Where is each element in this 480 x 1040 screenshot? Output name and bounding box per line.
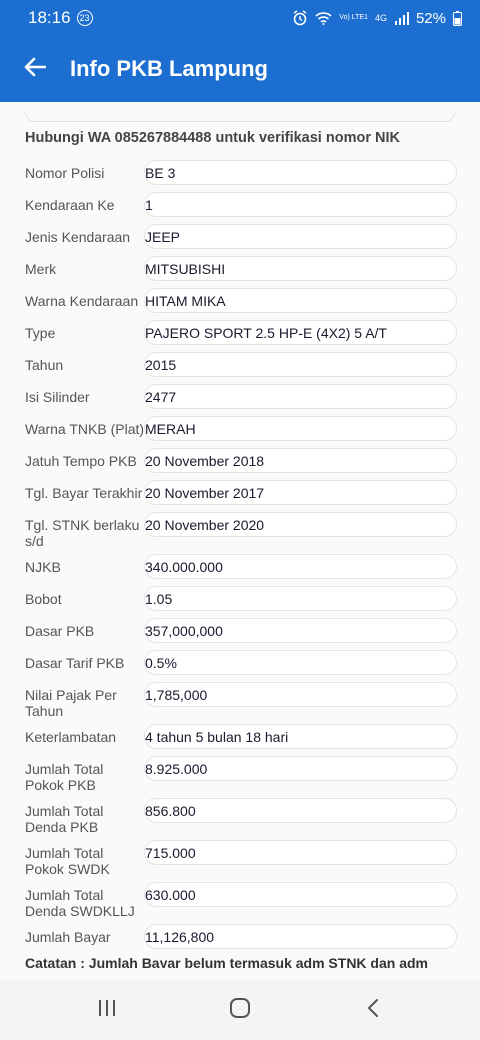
home-icon: [229, 997, 251, 1024]
row-kendaraan-ke: Kendaraan Ke 1: [25, 192, 457, 217]
row-value: 2477: [144, 384, 457, 409]
volte-indicator: Vo) LTE1: [339, 14, 368, 21]
row-tgl-bayar-terakhir: Tgl. Bayar Terakhir 20 November 2017: [25, 480, 457, 505]
wifi-icon: [315, 11, 332, 25]
info-content[interactable]: Hubungi WA 085267884488 untuk verifikasi…: [0, 102, 480, 968]
row-value: MITSUBISHI: [144, 256, 457, 281]
row-value: 1.05: [144, 586, 457, 611]
card-edge: [25, 112, 455, 122]
row-value: PAJERO SPORT 2.5 HP-E (4X2) 5 A/T: [144, 320, 457, 345]
row-isi-silinder: Isi Silinder 2477: [25, 384, 457, 409]
row-njkb: NJKB 340.000.000: [25, 554, 457, 579]
row-value: 20 November 2018: [144, 448, 457, 473]
row-label: Jatuh Tempo PKB: [25, 453, 137, 469]
battery-icon: [453, 10, 462, 26]
row-total-denda-swdkllj: Jumlah Total Denda SWDKLLJ 630.000: [25, 882, 457, 919]
row-type: Type PAJERO SPORT 2.5 HP-E (4X2) 5 A/T: [25, 320, 457, 345]
row-label: Jumlah Bayar: [25, 929, 111, 945]
row-label: Type: [25, 325, 56, 341]
row-value: HITAM MIKA: [144, 288, 457, 313]
row-jenis-kendaraan: Jenis Kendaraan JEEP: [25, 224, 457, 249]
row-label: Jumlah Total Denda SWDKLLJ: [25, 887, 135, 919]
row-label: Kendaraan Ke: [25, 197, 115, 213]
info-rows: Nomor Polisi BE 3 Kendaraan Ke 1 Jenis Ken…: [25, 160, 457, 956]
chevron-left-icon: [366, 998, 380, 1023]
row-value: 630.000: [144, 882, 457, 907]
row-label: Jenis Kendaraan: [25, 229, 131, 245]
row-warna-tnkb: Warna TNKB (Plat) MERAH: [25, 416, 457, 441]
row-value: 1: [144, 192, 457, 217]
row-jatuh-tempo-pkb: Jatuh Tempo PKB 20 November 2018: [25, 448, 457, 473]
row-value: 20 November 2017: [144, 480, 457, 505]
back-button[interactable]: [0, 36, 70, 102]
row-label: Tahun: [25, 357, 64, 373]
row-dasar-tarif-pkb: Dasar Tarif PKB 0.5%: [25, 650, 457, 675]
row-merk: Merk MITSUBISHI: [25, 256, 457, 281]
signal-icon: [394, 11, 409, 25]
row-value: 8.925.000: [144, 756, 457, 781]
row-total-denda-pkb: Jumlah Total Denda PKB 856.800: [25, 798, 457, 835]
row-label: Warna TNKB (Plat): [25, 421, 145, 437]
row-dasar-pkb: Dasar PKB 357,000,000: [25, 618, 457, 643]
row-nomor-polisi: Nomor Polisi BE 3: [25, 160, 457, 185]
row-total-pokok-pkb: Jumlah Total Pokok PKB 8.925.000: [25, 756, 457, 793]
notification-count-badge: 23: [76, 10, 93, 26]
row-label: Nilai Pajak Per Tahun: [25, 687, 117, 719]
row-label: Isi Silinder: [25, 389, 90, 405]
row-bobot: Bobot 1.05: [25, 586, 457, 611]
row-label: Merk: [25, 261, 57, 277]
row-value: 1,785,000: [144, 682, 457, 707]
row-label: Warna Kendaraan: [25, 293, 139, 309]
row-label: Bobot: [25, 591, 62, 607]
page-title: Info PKB Lampung: [70, 56, 268, 81]
row-value: JEEP: [144, 224, 457, 249]
row-value: 2015: [144, 352, 457, 377]
home-button[interactable]: [210, 980, 270, 1040]
row-label: NJKB: [25, 559, 61, 575]
row-keterlambatan: Keterlambatan 4 tahun 5 bulan 18 hari: [25, 724, 457, 749]
row-tahun: Tahun 2015: [25, 352, 457, 377]
row-value: 0.5%: [144, 650, 457, 675]
system-nav-bar: [0, 980, 480, 1040]
row-value: 11,126,800: [144, 924, 457, 949]
row-jumlah-bayar: Jumlah Bayar 11,126,800: [25, 924, 457, 949]
payment-note: Catatan : Jumlah Bayar belum termasuk ad…: [25, 955, 428, 968]
verification-notice: Hubungi WA 085267884488 untuk verifikasi…: [25, 130, 400, 146]
row-total-pokok-swdk: Jumlah Total Pokok SWDK 715.000: [25, 840, 457, 877]
status-bar: 18:16 23 Vo) LTE1 4G 52%: [0, 0, 480, 36]
row-value: 4 tahun 5 bulan 18 hari: [144, 724, 457, 749]
battery-percent: 52%: [415, 9, 446, 27]
status-time: 18:16: [28, 8, 71, 27]
recents-icon: [97, 999, 117, 1022]
row-tgl-stnk: Tgl. STNK berlaku s/d 20 November 2020: [25, 512, 457, 549]
arrow-left-icon: [24, 57, 47, 82]
row-value: 357,000,000: [144, 618, 457, 643]
row-label: Dasar Tarif PKB: [25, 655, 125, 671]
app-bar: Info PKB Lampung: [0, 36, 480, 102]
row-label: Nomor Polisi: [25, 165, 105, 181]
row-label: Tgl. STNK berlaku s/d: [25, 517, 140, 549]
row-value: 20 November 2020: [144, 512, 457, 537]
row-value: 856.800: [144, 798, 457, 823]
row-nilai-pajak: Nilai Pajak Per Tahun 1,785,000: [25, 682, 457, 719]
row-value: 340.000.000: [144, 554, 457, 579]
network-type: 4G: [374, 13, 387, 23]
row-label: Jumlah Total Denda PKB: [25, 803, 104, 835]
row-label: Jumlah Total Pokok PKB: [25, 761, 104, 793]
row-warna-kendaraan: Warna Kendaraan HITAM MIKA: [25, 288, 457, 313]
nav-back-button[interactable]: [343, 980, 403, 1040]
row-label: Tgl. Bayar Terakhir: [25, 485, 143, 501]
row-label: Keterlambatan: [25, 729, 117, 745]
row-value: BE 3: [144, 160, 457, 185]
row-label: Dasar PKB: [25, 623, 95, 639]
row-value: 715.000: [144, 840, 457, 865]
row-label: Jumlah Total Pokok SWDK: [25, 845, 110, 877]
alarm-icon: [292, 10, 308, 26]
row-value: MERAH: [144, 416, 457, 441]
recents-button[interactable]: [77, 980, 137, 1040]
status-icons: Vo) LTE1 4G 52%: [292, 10, 462, 27]
